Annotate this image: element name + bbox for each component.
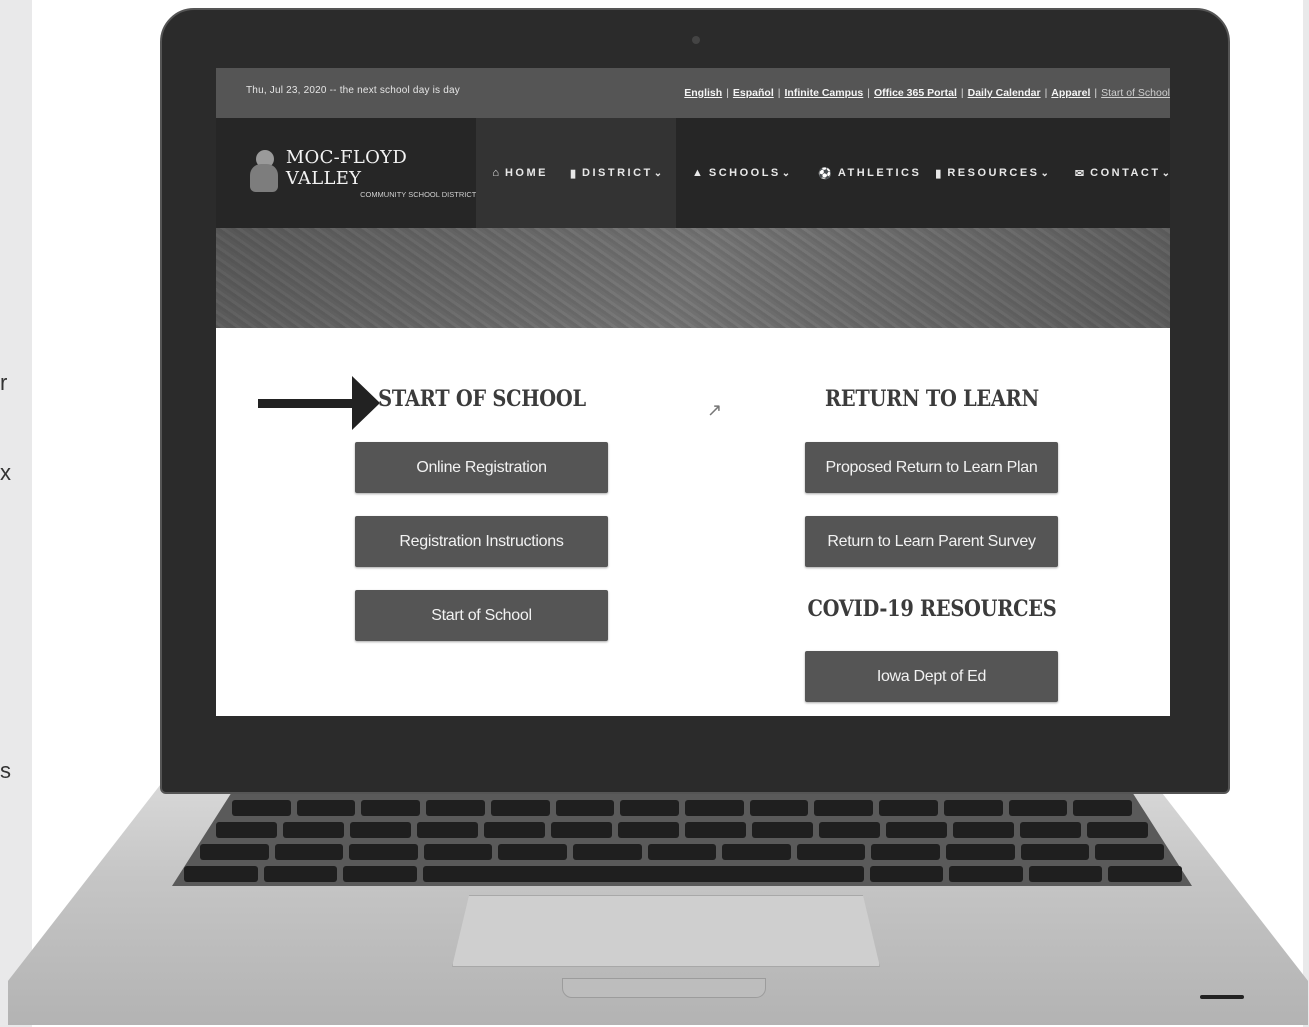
link-english[interactable]: English (684, 87, 722, 99)
power-led (1200, 995, 1244, 999)
link-daily-calendar[interactable]: Daily Calendar (968, 87, 1041, 99)
key-row (232, 800, 1133, 816)
chevron-down-icon: ⌄ (1040, 167, 1049, 179)
key-row (184, 866, 1182, 882)
start-of-school-heading: START OF SCHOOL (378, 386, 586, 412)
nav-group-home-district: ⌂ HOME ▮ DISTRICT ⌄ (476, 118, 676, 228)
chevron-down-icon: ⌄ (1161, 167, 1170, 179)
link-start-of-school[interactable]: Start of School (1101, 87, 1170, 99)
mouse-cursor-icon: ↗ (707, 400, 723, 420)
clipped-text-3: s (0, 758, 11, 783)
nav-contact[interactable]: ✉ CONTACT ⌄ (1075, 167, 1170, 180)
covid-resources-heading: COVID-19 RESOURCES (807, 596, 1057, 622)
lid-notch (562, 978, 766, 998)
trackpad (452, 895, 880, 967)
chevron-down-icon: ⌄ (781, 167, 791, 179)
book-icon: ▮ (935, 167, 942, 180)
logo-title: MOC-FLOYD VALLEY (285, 147, 408, 189)
nav-athletics[interactable]: ⚽ ATHLETICS (818, 167, 921, 180)
nav-resources[interactable]: ▮ RESOURCES ⌄ (935, 167, 1049, 180)
nav-schools[interactable]: ▲ SCHOOLS ⌄ (692, 167, 790, 179)
mascot-logo-icon (248, 148, 282, 198)
link-apparel[interactable]: Apparel (1051, 87, 1090, 99)
nav-district[interactable]: ▮ DISTRICT ⌄ (570, 167, 662, 180)
page-margin-right (1303, 0, 1309, 1027)
start-of-school-button[interactable]: Start of School (355, 590, 608, 641)
link-office-365[interactable]: Office 365 Portal (874, 87, 957, 99)
chevron-down-icon: ⌄ (653, 167, 663, 179)
arrow-head-icon (352, 376, 380, 430)
clipped-text-2: x (0, 460, 11, 485)
key-row (216, 822, 1148, 838)
proposed-return-plan-button[interactable]: Proposed Return to Learn Plan (805, 442, 1058, 493)
envelope-icon: ✉ (1074, 167, 1085, 180)
page-margin-left (0, 0, 32, 1027)
link-espanol[interactable]: Español (733, 87, 774, 99)
parent-survey-button[interactable]: Return to Learn Parent Survey (805, 516, 1058, 567)
key-row (200, 844, 1164, 860)
online-registration-button[interactable]: Online Registration (355, 442, 608, 493)
soccer-ball-icon: ⚽ (818, 167, 832, 180)
registration-instructions-button[interactable]: Registration Instructions (355, 516, 608, 567)
clipped-text-1: r (0, 370, 8, 395)
logo-subtitle: COMMUNITY SCHOOL DISTRICT (360, 190, 477, 199)
return-to-learn-heading: RETURN TO LEARN (825, 386, 1039, 412)
hero-banner (216, 228, 1170, 328)
utility-bar: Thu, Jul 23, 2020 -- the next school day… (216, 68, 1170, 118)
home-icon: ⌂ (492, 167, 499, 179)
link-infinite-campus[interactable]: Infinite Campus (785, 87, 864, 99)
camera-icon (692, 36, 700, 44)
arrow-icon (258, 399, 358, 408)
district-logo[interactable]: MOC-FLOYD VALLEY COMMUNITY SCHOOL DISTRI… (216, 118, 476, 228)
iowa-dept-of-ed-button[interactable]: Iowa Dept of Ed (805, 651, 1058, 702)
date-banner: Thu, Jul 23, 2020 -- the next school day… (246, 84, 460, 96)
main-navbar: MOC-FLOYD VALLEY COMMUNITY SCHOOL DISTRI… (216, 118, 1170, 228)
nav-home[interactable]: ⌂ HOME (492, 167, 548, 179)
graduation-cap-icon: ▲ (691, 167, 703, 179)
utility-links: English | Español | Infinite Campus | Offic… (684, 87, 1170, 99)
building-icon: ▮ (569, 167, 577, 180)
